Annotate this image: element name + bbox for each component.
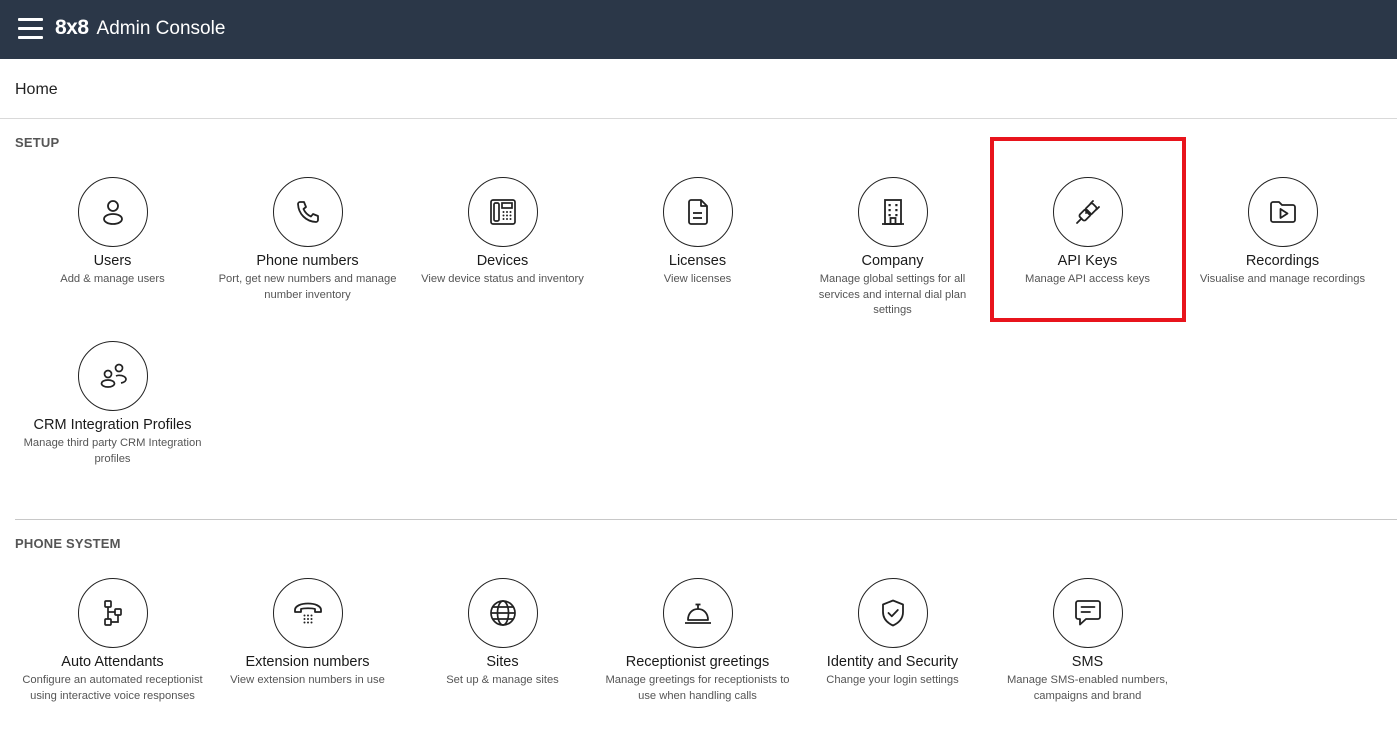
tile-label: Devices: [476, 253, 529, 269]
section-title-phone-system: PHONE SYSTEM: [15, 536, 121, 551]
tile-receptionist-greetings[interactable]: Receptionist greetings Manage greetings …: [600, 578, 795, 704]
sms-button[interactable]: [1052, 578, 1123, 648]
tile-label: Users: [93, 253, 132, 269]
sites-button[interactable]: [467, 578, 538, 648]
auto-attendants-button[interactable]: [77, 578, 148, 648]
tile-desc: Manage greetings for receptionists to us…: [605, 674, 790, 702]
tile-desc: Configure an automated receptionist usin…: [22, 674, 203, 702]
tile-recordings[interactable]: Recordings Visualise and manage recordin…: [1185, 177, 1380, 288]
tile-label: API Keys: [1057, 253, 1118, 269]
brand[interactable]: 8x8 Admin Console: [55, 16, 225, 40]
building-icon: [881, 199, 904, 225]
tile-desc: Set up & manage sites: [446, 674, 559, 686]
globe-icon: [489, 600, 516, 626]
tile-label: SMS: [1071, 654, 1104, 670]
tile-label: Auto Attendants: [61, 654, 164, 670]
app-title: Admin Console: [96, 18, 226, 39]
phone-icon: [296, 201, 319, 223]
message-icon: [1074, 600, 1101, 626]
breadcrumb: Home: [15, 81, 58, 98]
tile-label: Receptionist greetings: [625, 654, 770, 670]
tile-desc: Manage global settings for all services …: [818, 273, 967, 316]
tile-label: Company: [861, 253, 924, 269]
tile-desc: Visualise and manage recordings: [1199, 273, 1366, 285]
people-icon: [100, 363, 127, 388]
tile-devices[interactable]: Devices View device status and inventory: [405, 177, 600, 288]
dialpad-phone-icon: [293, 602, 322, 624]
video-folder-icon: [1269, 201, 1296, 223]
tile-company[interactable]: Company Manage global settings for all s…: [795, 177, 990, 319]
tile-desc: Manage SMS-enabled numbers, campaigns an…: [1006, 674, 1169, 702]
user-icon: [102, 200, 123, 225]
tile-desc: View device status and inventory: [421, 273, 584, 285]
company-button[interactable]: [857, 177, 928, 247]
breadcrumb-bar: Home: [0, 59, 1397, 119]
tile-label: Phone numbers: [256, 253, 359, 269]
devices-button[interactable]: [467, 177, 538, 247]
licenses-button[interactable]: [662, 177, 733, 247]
desk-phone-icon: [489, 199, 516, 225]
plug-icon: [1075, 200, 1100, 224]
identity-and-security-button[interactable]: [857, 578, 928, 648]
tile-phone-numbers[interactable]: Phone numbers Port, get new numbers and …: [210, 177, 405, 303]
api-keys-button[interactable]: [1052, 177, 1123, 247]
tile-identity-and-security[interactable]: Identity and Security Change your login …: [795, 578, 990, 689]
recordings-button[interactable]: [1247, 177, 1318, 247]
tile-licenses[interactable]: Licenses View licenses: [600, 177, 795, 288]
tile-auto-attendants[interactable]: Auto Attendants Configure an automated r…: [15, 578, 210, 704]
logo: 8x8: [55, 16, 89, 39]
tile-extension-numbers[interactable]: Extension numbers View extension numbers…: [210, 578, 405, 689]
top-bar: 8x8 Admin Console: [0, 0, 1397, 59]
tile-desc: Port, get new numbers and manage number …: [218, 273, 397, 301]
tile-desc: View licenses: [663, 273, 732, 285]
receptionist-greetings-button[interactable]: [662, 578, 733, 648]
tile-label: Sites: [486, 654, 519, 670]
hamburger-menu-icon[interactable]: [18, 18, 44, 40]
tile-sms[interactable]: SMS Manage SMS-enabled numbers, campaign…: [990, 578, 1185, 704]
tile-label: Licenses: [668, 253, 727, 269]
tile-desc: Manage API access keys: [1025, 273, 1150, 285]
tile-sites[interactable]: Sites Set up & manage sites: [405, 578, 600, 689]
tile-crm-integration-profiles[interactable]: CRM Integration Profiles Manage third pa…: [15, 341, 210, 467]
tile-desc: Manage third party CRM Integration profi…: [23, 437, 202, 465]
tile-desc: Add & manage users: [60, 273, 165, 285]
flow-icon: [103, 600, 122, 626]
tile-desc: Change your login settings: [826, 674, 959, 686]
phone-numbers-button[interactable]: [272, 177, 343, 247]
document-icon: [687, 199, 708, 225]
tile-label: CRM Integration Profiles: [33, 417, 192, 433]
service-bell-icon: [684, 603, 711, 624]
tile-label: Identity and Security: [826, 654, 959, 670]
tile-label: Extension numbers: [245, 654, 370, 670]
section-divider: [15, 519, 1397, 520]
tile-label: Recordings: [1245, 253, 1320, 269]
crm-integration-profiles-button[interactable]: [77, 341, 148, 411]
tile-api-keys[interactable]: API Keys Manage API access keys: [990, 177, 1185, 288]
tile-desc: View extension numbers in use: [230, 674, 385, 686]
section-title-setup: SETUP: [15, 135, 60, 150]
shield-check-icon: [881, 599, 904, 627]
users-button[interactable]: [77, 177, 148, 247]
extension-numbers-button[interactable]: [272, 578, 343, 648]
tile-users[interactable]: Users Add & manage users: [15, 177, 210, 288]
